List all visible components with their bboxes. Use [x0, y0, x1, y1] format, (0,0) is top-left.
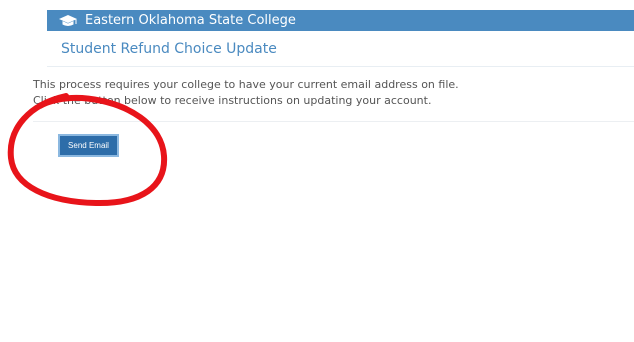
college-name: Eastern Oklahoma State College: [85, 13, 296, 28]
graduation-cap-icon: [58, 14, 78, 28]
send-email-button[interactable]: Send Email: [58, 134, 119, 157]
page-title: Student Refund Choice Update: [61, 41, 277, 57]
page: Eastern Oklahoma State College Student R…: [0, 0, 634, 342]
section-divider: [33, 121, 634, 122]
instructions-line-1: This process requires your college to ha…: [33, 78, 459, 91]
college-header-bar: Eastern Oklahoma State College: [47, 10, 634, 31]
instructions-line-2: Click the button below to receive instru…: [33, 94, 432, 107]
page-title-row: Student Refund Choice Update: [47, 31, 634, 67]
instructions-text: This process requires your college to ha…: [33, 77, 459, 109]
